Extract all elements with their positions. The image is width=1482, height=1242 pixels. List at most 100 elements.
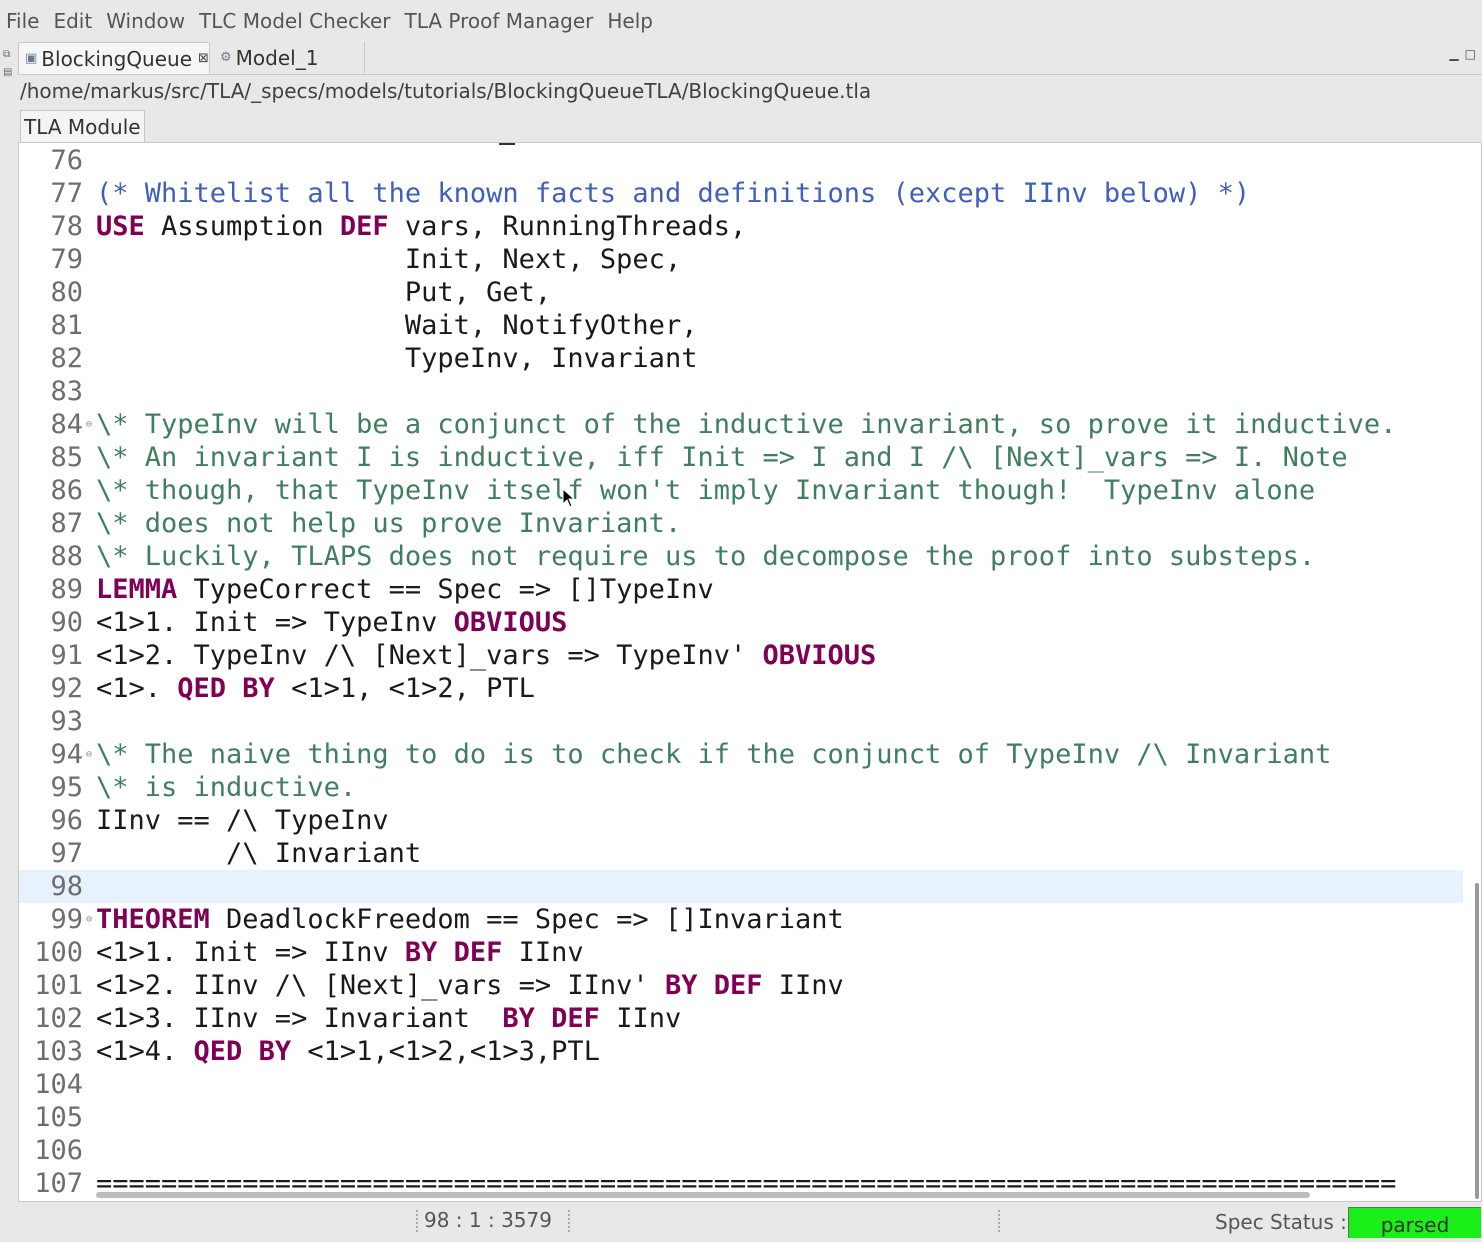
code-text: <1>1. Init => TypeInv OBVIOUS (96, 606, 567, 639)
code-line[interactable]: 96 IInv == /\ TypeInv (19, 804, 1463, 837)
restore-icon[interactable]: ⧉ (3, 50, 13, 60)
menu-item-help[interactable]: Help (601, 9, 659, 33)
menu-item-window[interactable]: Window (100, 9, 191, 33)
code-line[interactable]: 81 Wait, NotifyOther, (19, 309, 1463, 342)
code-line[interactable]: 104 (19, 1068, 1463, 1101)
code-text: /\ Invariant (96, 837, 421, 870)
code-line-current[interactable]: 98 (19, 870, 1463, 903)
menu-item-edit[interactable]: Edit (47, 9, 98, 33)
model-icon: ⚙ (220, 50, 232, 65)
code-line[interactable]: 78 USE Assumption DEF vars, RunningThread… (19, 210, 1463, 243)
code-line[interactable]: 103 <1>4. QED BY <1>1,<1>2,<1>3,PTL (19, 1035, 1463, 1068)
code-line[interactable]: 80 Put, Get, (19, 276, 1463, 309)
code-line[interactable]: 94 ⊖ \* The naive thing to do is to check … (19, 738, 1463, 771)
code-line[interactable]: 99 ⊖ THEOREM DeadlockFreedom == Spec => []… (19, 903, 1463, 936)
code-text: \* though, that TypeInv itself won't imp… (96, 474, 1315, 507)
code-token: IInv (762, 970, 844, 1001)
code-line[interactable]: 101 <1>2. IInv /\ [Next]_vars => IInv' BY… (19, 969, 1463, 1002)
vertical-scrollbar[interactable] (1475, 883, 1479, 1199)
line-number: 98 (50, 871, 83, 902)
line-number: 84 (50, 409, 83, 440)
tab-model-1[interactable]: ⚙ Model_1 (214, 42, 365, 73)
code-line[interactable]: 86 \* though, that TypeInv itself won't i… (19, 474, 1463, 507)
code-line[interactable]: 85 \* An invariant I is inductive, iff In… (19, 441, 1463, 474)
code-line[interactable]: 83 (19, 375, 1463, 408)
code-line[interactable]: 100 <1>1. Init => IInv BY DEF IInv (19, 936, 1463, 969)
code-line[interactable]: 102 <1>3. IInv => Invariant BY DEF IInv (19, 1002, 1463, 1035)
line-number: 89 (50, 574, 83, 605)
spec-status-badge[interactable]: parsed (1348, 1207, 1481, 1238)
code-text: \* An invariant I is inductive, iff Init… (96, 441, 1348, 474)
line-number: 88 (50, 541, 83, 572)
code-line[interactable]: 91 <1>2. TypeInv /\ [Next]_vars => TypeIn… (19, 639, 1463, 672)
tab-blockingqueue[interactable]: ▣ BlockingQueue ⊠ (18, 42, 210, 74)
line-number: 86 (50, 475, 83, 506)
code-line[interactable]: 84 ⊖ \* TypeInv will be a conjunct of the … (19, 408, 1463, 441)
code-line[interactable]: 95 \* is inductive. (19, 771, 1463, 804)
comment: \* An invariant I is inductive, iff Init… (96, 442, 1348, 473)
code-line[interactable]: 92 <1>. QED BY <1>1, <1>2, PTL (19, 672, 1463, 705)
code-text: <1>3. IInv => Invariant BY DEF IInv (96, 1002, 681, 1035)
code-editor[interactable]: 76 77 (* Whitelist all the known facts and… (18, 142, 1482, 1202)
code-line[interactable]: 79 Init, Next, Spec, (19, 243, 1463, 276)
code-line[interactable]: 88 \* Luckily, TLAPS does not require us … (19, 540, 1463, 573)
code-text: <1>2. IInv /\ [Next]_vars => IInv' BY DE… (96, 969, 844, 1002)
code-token: Wait, NotifyOther, (96, 310, 698, 341)
code-token: <1>2. IInv /\ [Next]_vars => IInv' (96, 970, 665, 1001)
code-token: <1>1. Init => IInv (96, 937, 405, 968)
maximize-icon[interactable]: □ (1465, 47, 1476, 61)
tab-label: Model_1 (235, 45, 319, 70)
package-icon[interactable]: ▤ (3, 68, 13, 78)
keyword: BY DEF (502, 1003, 600, 1034)
code-line[interactable]: 90 <1>1. Init => TypeInv OBVIOUS (19, 606, 1463, 639)
line-number: 78 (50, 211, 83, 242)
code-text: THEOREM DeadlockFreedom == Spec => []Inv… (96, 903, 844, 936)
code-line[interactable]: 87 \* does not help us prove Invariant. (19, 507, 1463, 540)
code-token: DeadlockFreedom == Spec => []Invariant (209, 904, 844, 935)
code-text: (* Whitelist all the known facts and def… (96, 177, 1250, 210)
menu-item-tla-proof-manager[interactable]: TLA Proof Manager (399, 9, 600, 33)
code-token: /\ Invariant (96, 838, 422, 869)
fold-icon[interactable]: ⊖ (83, 408, 95, 441)
keyword: OBVIOUS (762, 640, 877, 671)
line-number: 92 (50, 673, 83, 704)
code-line[interactable]: 89 LEMMA TypeCorrect == Spec => []TypeInv (19, 573, 1463, 606)
code-text: IInv == /\ TypeInv (96, 804, 389, 837)
line-number: 79 (50, 244, 83, 275)
tab-tla-module[interactable]: TLA Module (20, 110, 145, 143)
line-number: 100 (34, 937, 83, 968)
code-line[interactable]: 82 TypeInv, Invariant (19, 342, 1463, 375)
code-line[interactable]: 93 (19, 705, 1463, 738)
code-text: \* TypeInv will be a conjunct of the ind… (96, 408, 1396, 441)
menu-item-tlc-model-checker[interactable]: TLC Model Checker (193, 9, 396, 33)
fold-icon[interactable]: ⊖ (83, 738, 95, 771)
code-line[interactable]: 76 (19, 144, 1463, 177)
code-line[interactable]: 105 (19, 1101, 1463, 1134)
code-text: LEMMA TypeCorrect == Spec => []TypeInv (96, 573, 714, 606)
line-number: 95 (50, 772, 83, 803)
code-token: Init, Next, Spec, (96, 244, 682, 275)
view-controls: ▁ □ (1449, 47, 1476, 61)
code-line[interactable]: 106 (19, 1134, 1463, 1167)
code-token: <1>1. Init => TypeInv (96, 607, 454, 638)
line-number: 99 (50, 904, 83, 935)
close-icon[interactable]: ⊠ (198, 51, 209, 66)
status-separator (568, 1210, 571, 1232)
menu-item-file[interactable]: File (0, 9, 45, 33)
comment: \* though, that TypeInv itself won't imp… (96, 475, 1316, 506)
line-number: 94 (50, 739, 83, 770)
code-line[interactable]: 97 /\ Invariant (19, 837, 1463, 870)
code-text: <1>4. QED BY <1>1,<1>2,<1>3,PTL (96, 1035, 600, 1068)
status-bar: 98 : 1 : 3579 Spec Status : parsed (0, 1202, 1482, 1238)
code-text: <1>2. TypeInv /\ [Next]_vars => TypeInv'… (96, 639, 876, 672)
line-number: 77 (50, 178, 83, 209)
keyword: THEOREM (96, 904, 210, 935)
fold-icon[interactable]: ⊖ (83, 903, 95, 936)
line-number: 80 (50, 277, 83, 308)
horizontal-scrollbar[interactable] (96, 1192, 1310, 1198)
minimize-icon[interactable]: ▁ (1449, 47, 1458, 61)
code-text: TypeInv, Invariant (96, 342, 698, 375)
status-separator (998, 1210, 1001, 1232)
code-line[interactable]: 77 (* Whitelist all the known facts and d… (19, 177, 1463, 210)
code-token: <1>4. (96, 1036, 194, 1067)
